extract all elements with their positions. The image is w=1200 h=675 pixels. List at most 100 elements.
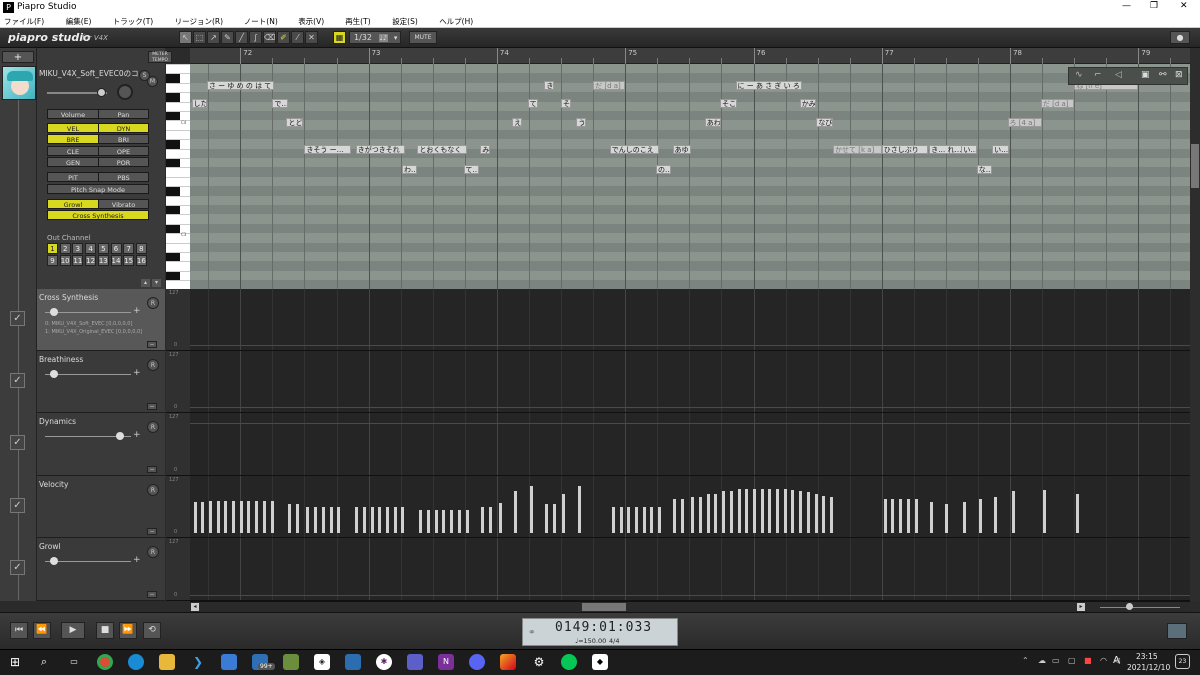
- velocity-bar[interactable]: [362, 507, 366, 533]
- note[interactable]: き… れ…: [929, 145, 964, 154]
- windows-start-icon[interactable]: ⊞: [7, 654, 23, 670]
- out-channel-1[interactable]: 1: [47, 243, 58, 254]
- param-toggle-vel[interactable]: VEL: [47, 123, 99, 133]
- rewind-button[interactable]: ⏪: [33, 622, 51, 639]
- param-toggle-gen[interactable]: GEN: [47, 157, 99, 167]
- velocity-bar[interactable]: [208, 500, 212, 533]
- param-toggle-pit[interactable]: PIT: [47, 172, 99, 182]
- fast-forward-button[interactable]: ⏩: [119, 622, 137, 639]
- velocity-bar[interactable]: [270, 500, 274, 533]
- param-toggle-por[interactable]: POR: [98, 157, 149, 167]
- plus-icon[interactable]: +: [133, 555, 141, 565]
- velocity-bar[interactable]: [385, 507, 389, 533]
- out-channel-6[interactable]: 6: [110, 243, 122, 254]
- horizontal-scroll-thumb[interactable]: [582, 603, 626, 611]
- out-channel-2[interactable]: 2: [59, 243, 71, 254]
- chrome-icon[interactable]: [97, 654, 113, 670]
- velocity-bar[interactable]: [427, 509, 431, 533]
- note[interactable]: きそう ー…: [304, 145, 351, 154]
- velocity-bar[interactable]: [994, 496, 998, 533]
- note[interactable]: ひさしぶり: [881, 145, 928, 154]
- menu-item-6[interactable]: 再生(T): [345, 16, 370, 27]
- param-curve[interactable]: [190, 423, 1190, 424]
- mute-track-button[interactable]: M: [147, 76, 158, 87]
- clock-time[interactable]: 23:15: [1136, 652, 1158, 661]
- eraser-tool-icon[interactable]: ⌫: [263, 31, 276, 44]
- param-lane-cross-synthesis[interactable]: Cross Synthesis R +0: MIKU_V4X_Soft_EVEC […: [37, 289, 165, 351]
- param-graph-velocity[interactable]: [190, 476, 1190, 538]
- menu-item-0[interactable]: ファイル(F): [4, 16, 44, 27]
- scroll-up-icon[interactable]: ▴: [141, 279, 150, 287]
- velocity-bar[interactable]: [768, 488, 772, 533]
- out-channel-12[interactable]: 12: [85, 255, 97, 266]
- black-key[interactable]: [166, 271, 180, 281]
- velocity-bar[interactable]: [321, 507, 325, 533]
- velocity-bar[interactable]: [419, 509, 423, 533]
- velocity-bar[interactable]: [776, 488, 780, 533]
- velocity-bar[interactable]: [611, 507, 615, 533]
- velocity-bar[interactable]: [729, 491, 733, 533]
- select-tool-icon[interactable]: ↖: [179, 31, 192, 44]
- task-view-icon[interactable]: ▭: [66, 654, 82, 670]
- pitch-snap-button[interactable]: Pitch Snap Mode: [47, 184, 149, 194]
- param-lane-velocity[interactable]: Velocity R −: [37, 476, 165, 538]
- black-key[interactable]: [166, 140, 180, 149]
- velocity-bar[interactable]: [393, 507, 397, 533]
- vibrato-button[interactable]: Vibrato: [98, 199, 149, 209]
- track-volume-knob[interactable]: [97, 88, 106, 97]
- velocity-bar[interactable]: [498, 502, 502, 533]
- note[interactable]: え: [512, 118, 523, 127]
- note[interactable]: かせて [k a]: [833, 145, 882, 154]
- note[interactable]: う: [576, 118, 587, 127]
- note[interactable]: でんしのこえ: [609, 145, 659, 154]
- note[interactable]: なび: [816, 118, 834, 127]
- velocity-bar[interactable]: [829, 496, 833, 533]
- velocity-bar[interactable]: [627, 507, 631, 533]
- out-channel-3[interactable]: 3: [72, 243, 84, 254]
- discord-icon[interactable]: [469, 654, 485, 670]
- param-slider[interactable]: [45, 374, 131, 375]
- track-pan-knob[interactable]: [117, 84, 133, 100]
- brush-tool-icon[interactable]: ✐: [277, 31, 290, 44]
- record-indicator-icon[interactable]: ●: [1170, 31, 1190, 44]
- param-toggle-cle[interactable]: CLE: [47, 146, 99, 156]
- velocity-bar[interactable]: [465, 509, 469, 533]
- param-graph-cross-synthesis[interactable]: [190, 289, 1190, 351]
- velocity-bar[interactable]: [232, 500, 236, 533]
- out-channel-5[interactable]: 5: [97, 243, 109, 254]
- zoom-slider-knob[interactable]: [1126, 603, 1133, 610]
- velocity-bar[interactable]: [1076, 494, 1080, 533]
- search-icon[interactable]: ⌕: [36, 654, 52, 670]
- param-toggle-dyn[interactable]: DYN: [98, 123, 149, 133]
- velocity-bar[interactable]: [681, 499, 685, 533]
- add-track-button[interactable]: +: [2, 51, 34, 63]
- minimize-button[interactable]: —: [1122, 1, 1131, 11]
- menu-item-8[interactable]: ヘルプ(H): [439, 16, 473, 27]
- scroll-left-icon[interactable]: ◂: [191, 603, 199, 611]
- black-key[interactable]: [166, 112, 180, 121]
- pointer-tool-icon[interactable]: ↗: [207, 31, 220, 44]
- note[interactable]: だ [d a]: [593, 81, 626, 90]
- velocity-bar[interactable]: [722, 491, 726, 533]
- velocity-bar[interactable]: [883, 499, 887, 533]
- note[interactable]: な…: [976, 165, 993, 174]
- quantize-select[interactable]: 1/32 ♩♪ ▾: [349, 31, 401, 44]
- menu-item-3[interactable]: リージョン(R): [175, 16, 223, 27]
- out-channel-15[interactable]: 15: [123, 255, 135, 266]
- note[interactable]: い…: [992, 145, 1009, 154]
- note[interactable]: した: [191, 99, 207, 108]
- param-slider-knob[interactable]: [49, 370, 58, 378]
- velocity-bar[interactable]: [442, 509, 446, 533]
- velocity-bar[interactable]: [378, 507, 382, 533]
- velocity-bar[interactable]: [262, 500, 266, 533]
- piano-roll[interactable]: きくなっせいたまち うしたさ ー ゆ め の は て まで…とどきそう ー…きが…: [190, 64, 1190, 289]
- track-name[interactable]: MIKU_V4X_Soft_EVEC0のコ…: [39, 68, 139, 79]
- velocity-bar[interactable]: [401, 507, 405, 533]
- param-lane-breathiness[interactable]: Breathiness R + −: [37, 351, 165, 413]
- note[interactable]: ろ [4 a]: [1007, 118, 1043, 127]
- param-slider[interactable]: [45, 561, 131, 562]
- velocity-bar[interactable]: [619, 507, 623, 533]
- unity-icon[interactable]: ◈: [314, 654, 330, 670]
- param-slider[interactable]: [45, 312, 131, 313]
- note[interactable]: き: [544, 81, 555, 90]
